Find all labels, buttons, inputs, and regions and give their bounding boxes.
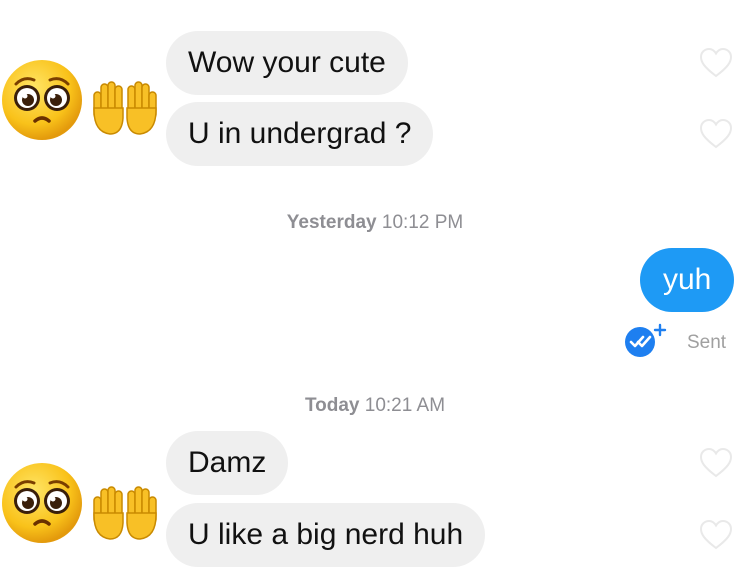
like-heart-icon[interactable] [698,47,734,79]
timestamp-day: Today [304,395,360,416]
incoming-message[interactable]: Damz [166,431,289,495]
timestamp-day: Yesterday [286,212,377,233]
timestamp-time: 10:21 AM [364,395,446,416]
like-heart-icon[interactable] [698,519,734,551]
pleading-face-icon [2,463,82,543]
chat-screen: Wow your cute U in undergrad ? Yesterday… [0,0,750,575]
timestamp-divider: Today 10:21 AM [0,395,750,417]
sent-status-label: Sent [687,332,727,353]
incoming-message[interactable]: U like a big nerd huh [166,503,486,567]
incoming-message[interactable]: U in undergrad ? [166,102,434,166]
pleading-face-icon [2,60,82,140]
timestamp-divider: Yesterday 10:12 PM [0,212,750,234]
timestamp-time: 10:12 PM [381,212,464,233]
double-check-badge-icon [625,323,667,357]
outgoing-message[interactable]: yuh [640,248,735,312]
like-heart-icon[interactable] [698,118,734,150]
incoming-message[interactable]: Wow your cute [166,31,408,95]
raised-hands-icon [93,486,157,540]
raised-hands-icon [93,81,157,135]
like-heart-icon[interactable] [698,447,734,479]
